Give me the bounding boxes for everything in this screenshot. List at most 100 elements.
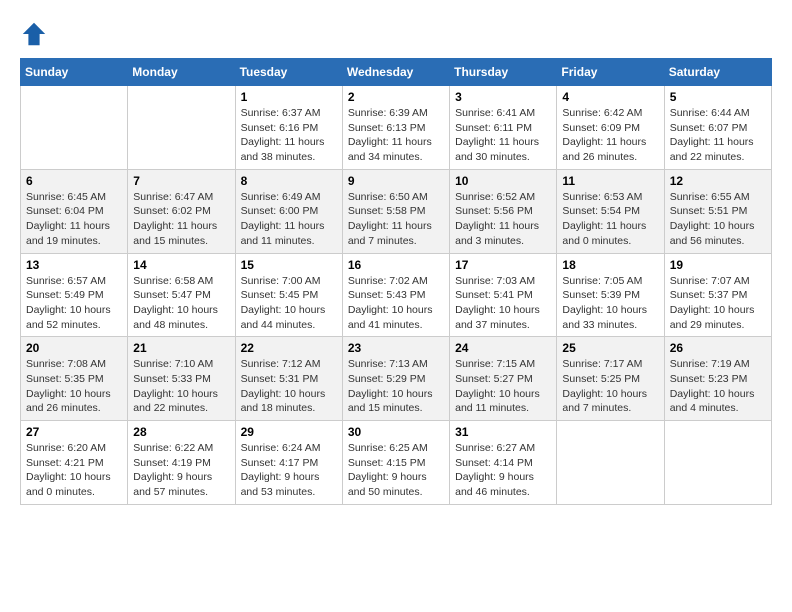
day-number: 22 xyxy=(241,341,337,355)
day-number: 29 xyxy=(241,425,337,439)
weekday-header-row: SundayMondayTuesdayWednesdayThursdayFrid… xyxy=(21,59,772,86)
weekday-header-cell: Wednesday xyxy=(342,59,449,86)
day-number: 21 xyxy=(133,341,229,355)
calendar-day-cell: 24 Sunrise: 7:15 AM Sunset: 5:27 PM Dayli… xyxy=(450,337,557,421)
day-number: 10 xyxy=(455,174,551,188)
weekday-header-cell: Sunday xyxy=(21,59,128,86)
day-info: Sunrise: 6:52 AM Sunset: 5:56 PM Dayligh… xyxy=(455,190,551,249)
calendar-day-cell: 4 Sunrise: 6:42 AM Sunset: 6:09 PM Daylig… xyxy=(557,86,664,170)
calendar-week-row: 27 Sunrise: 6:20 AM Sunset: 4:21 PM Dayli… xyxy=(21,421,772,505)
day-number: 1 xyxy=(241,90,337,104)
calendar-day-cell: 19 Sunrise: 7:07 AM Sunset: 5:37 PM Dayli… xyxy=(664,253,771,337)
day-info: Sunrise: 7:05 AM Sunset: 5:39 PM Dayligh… xyxy=(562,274,658,333)
weekday-header-cell: Monday xyxy=(128,59,235,86)
day-number: 4 xyxy=(562,90,658,104)
calendar-day-cell: 18 Sunrise: 7:05 AM Sunset: 5:39 PM Dayli… xyxy=(557,253,664,337)
day-info: Sunrise: 6:47 AM Sunset: 6:02 PM Dayligh… xyxy=(133,190,229,249)
calendar-day-cell xyxy=(21,86,128,170)
day-number: 7 xyxy=(133,174,229,188)
calendar-day-cell: 22 Sunrise: 7:12 AM Sunset: 5:31 PM Dayli… xyxy=(235,337,342,421)
calendar-day-cell xyxy=(557,421,664,505)
day-info: Sunrise: 7:02 AM Sunset: 5:43 PM Dayligh… xyxy=(348,274,444,333)
calendar-week-row: 13Sunrise: 6:57 AM Sunset: 5:49 PM Dayli… xyxy=(21,253,772,337)
day-info: Sunrise: 7:17 AM Sunset: 5:25 PM Dayligh… xyxy=(562,357,658,416)
day-info: Sunrise: 7:07 AM Sunset: 5:37 PM Dayligh… xyxy=(670,274,766,333)
day-info: Sunrise: 6:24 AM Sunset: 4:17 PM Dayligh… xyxy=(241,441,337,500)
day-info: Sunrise: 6:50 AM Sunset: 5:58 PM Dayligh… xyxy=(348,190,444,249)
day-info: Sunrise: 6:41 AM Sunset: 6:11 PM Dayligh… xyxy=(455,106,551,165)
day-info: Sunrise: 6:42 AM Sunset: 6:09 PM Dayligh… xyxy=(562,106,658,165)
day-number: 9 xyxy=(348,174,444,188)
weekday-header-cell: Thursday xyxy=(450,59,557,86)
calendar-day-cell: 20 Sunrise: 7:08 AM Sunset: 5:35 PM Dayli… xyxy=(21,337,128,421)
day-number: 5 xyxy=(670,90,766,104)
calendar-week-row: 20 Sunrise: 7:08 AM Sunset: 5:35 PM Dayli… xyxy=(21,337,772,421)
calendar-day-cell: 14Sunrise: 6:58 AM Sunset: 5:47 PM Dayli… xyxy=(128,253,235,337)
calendar-day-cell: 25 Sunrise: 7:17 AM Sunset: 5:25 PM Dayli… xyxy=(557,337,664,421)
calendar-week-row: 1 Sunrise: 6:37 AM Sunset: 6:16 PM Daylig… xyxy=(21,86,772,170)
calendar-week-row: 6 Sunrise: 6:45 AM Sunset: 6:04 PM Daylig… xyxy=(21,169,772,253)
calendar-day-cell xyxy=(128,86,235,170)
calendar-day-cell: 31Sunrise: 6:27 AM Sunset: 4:14 PM Dayli… xyxy=(450,421,557,505)
day-number: 6 xyxy=(26,174,122,188)
calendar-day-cell: 21 Sunrise: 7:10 AM Sunset: 5:33 PM Dayli… xyxy=(128,337,235,421)
calendar-day-cell: 12Sunrise: 6:55 AM Sunset: 5:51 PM Dayli… xyxy=(664,169,771,253)
calendar-day-cell: 5 Sunrise: 6:44 AM Sunset: 6:07 PM Daylig… xyxy=(664,86,771,170)
day-number: 20 xyxy=(26,341,122,355)
day-info: Sunrise: 7:15 AM Sunset: 5:27 PM Dayligh… xyxy=(455,357,551,416)
day-number: 2 xyxy=(348,90,444,104)
day-number: 3 xyxy=(455,90,551,104)
day-info: Sunrise: 7:12 AM Sunset: 5:31 PM Dayligh… xyxy=(241,357,337,416)
day-info: Sunrise: 6:45 AM Sunset: 6:04 PM Dayligh… xyxy=(26,190,122,249)
calendar-day-cell: 30Sunrise: 6:25 AM Sunset: 4:15 PM Dayli… xyxy=(342,421,449,505)
calendar-day-cell: 28Sunrise: 6:22 AM Sunset: 4:19 PM Dayli… xyxy=(128,421,235,505)
day-number: 12 xyxy=(670,174,766,188)
calendar-day-cell: 7 Sunrise: 6:47 AM Sunset: 6:02 PM Daylig… xyxy=(128,169,235,253)
day-info: Sunrise: 7:19 AM Sunset: 5:23 PM Dayligh… xyxy=(670,357,766,416)
day-number: 31 xyxy=(455,425,551,439)
day-number: 17 xyxy=(455,258,551,272)
day-number: 18 xyxy=(562,258,658,272)
weekday-header-cell: Tuesday xyxy=(235,59,342,86)
day-number: 24 xyxy=(455,341,551,355)
day-number: 13 xyxy=(26,258,122,272)
calendar-day-cell: 29 Sunrise: 6:24 AM Sunset: 4:17 PM Dayli… xyxy=(235,421,342,505)
day-number: 27 xyxy=(26,425,122,439)
day-info: Sunrise: 7:03 AM Sunset: 5:41 PM Dayligh… xyxy=(455,274,551,333)
day-info: Sunrise: 6:20 AM Sunset: 4:21 PM Dayligh… xyxy=(26,441,122,500)
day-info: Sunrise: 7:00 AM Sunset: 5:45 PM Dayligh… xyxy=(241,274,337,333)
calendar-body: 1 Sunrise: 6:37 AM Sunset: 6:16 PM Daylig… xyxy=(21,86,772,505)
page-header xyxy=(20,20,772,48)
logo-icon xyxy=(20,20,48,48)
calendar-day-cell: 26 Sunrise: 7:19 AM Sunset: 5:23 PM Dayli… xyxy=(664,337,771,421)
calendar-table: SundayMondayTuesdayWednesdayThursdayFrid… xyxy=(20,58,772,505)
day-number: 26 xyxy=(670,341,766,355)
calendar-day-cell: 6 Sunrise: 6:45 AM Sunset: 6:04 PM Daylig… xyxy=(21,169,128,253)
day-info: Sunrise: 6:25 AM Sunset: 4:15 PM Dayligh… xyxy=(348,441,444,500)
day-number: 19 xyxy=(670,258,766,272)
day-info: Sunrise: 6:53 AM Sunset: 5:54 PM Dayligh… xyxy=(562,190,658,249)
calendar-header: SundayMondayTuesdayWednesdayThursdayFrid… xyxy=(21,59,772,86)
calendar-day-cell xyxy=(664,421,771,505)
day-info: Sunrise: 7:13 AM Sunset: 5:29 PM Dayligh… xyxy=(348,357,444,416)
day-info: Sunrise: 6:58 AM Sunset: 5:47 PM Dayligh… xyxy=(133,274,229,333)
calendar-day-cell: 9 Sunrise: 6:50 AM Sunset: 5:58 PM Daylig… xyxy=(342,169,449,253)
day-number: 16 xyxy=(348,258,444,272)
day-number: 11 xyxy=(562,174,658,188)
day-info: Sunrise: 6:49 AM Sunset: 6:00 PM Dayligh… xyxy=(241,190,337,249)
calendar-day-cell: 11 Sunrise: 6:53 AM Sunset: 5:54 PM Dayli… xyxy=(557,169,664,253)
calendar-day-cell: 16 Sunrise: 7:02 AM Sunset: 5:43 PM Dayli… xyxy=(342,253,449,337)
day-number: 15 xyxy=(241,258,337,272)
day-number: 8 xyxy=(241,174,337,188)
calendar-day-cell: 17 Sunrise: 7:03 AM Sunset: 5:41 PM Dayli… xyxy=(450,253,557,337)
day-number: 23 xyxy=(348,341,444,355)
day-info: Sunrise: 6:37 AM Sunset: 6:16 PM Dayligh… xyxy=(241,106,337,165)
day-info: Sunrise: 7:08 AM Sunset: 5:35 PM Dayligh… xyxy=(26,357,122,416)
weekday-header-cell: Friday xyxy=(557,59,664,86)
day-info: Sunrise: 7:10 AM Sunset: 5:33 PM Dayligh… xyxy=(133,357,229,416)
day-number: 28 xyxy=(133,425,229,439)
logo xyxy=(20,20,52,48)
day-info: Sunrise: 6:44 AM Sunset: 6:07 PM Dayligh… xyxy=(670,106,766,165)
day-number: 25 xyxy=(562,341,658,355)
day-info: Sunrise: 6:39 AM Sunset: 6:13 PM Dayligh… xyxy=(348,106,444,165)
